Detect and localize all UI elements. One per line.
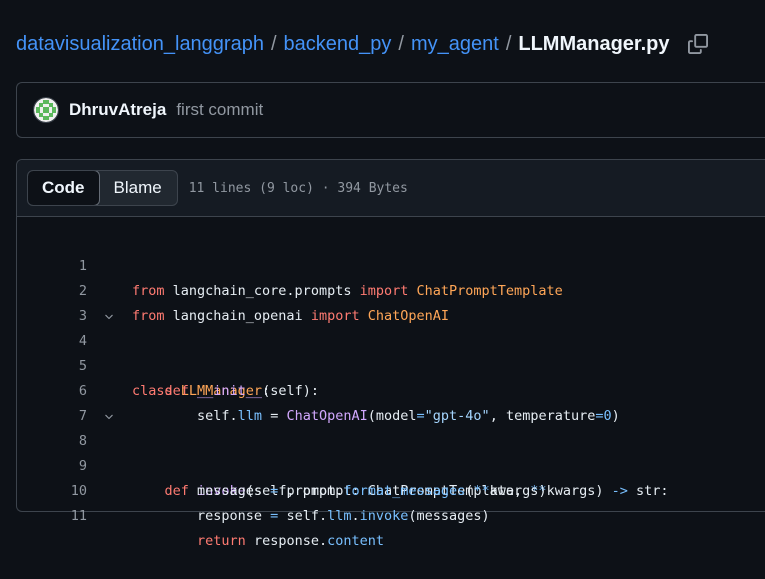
code-line: 4 class LLMManager: (17, 304, 765, 399)
file-viewer: Code Blame 11 lines (9 loc) · 394 Bytes … (16, 159, 765, 549)
code-line: 3 (17, 279, 765, 324)
code-line: 2 from langchain_openai import ChatOpenA… (17, 254, 765, 324)
code-view[interactable]: 1 from langchain_core.prompts import Cha… (17, 217, 765, 549)
file-meta-info: 11 lines (9 loc) · 394 Bytes (188, 180, 408, 196)
file-header: Code Blame 11 lines (9 loc) · 394 Bytes (17, 160, 765, 217)
code-line: 9 messages = prompt.format_messages(**kw… (17, 429, 765, 499)
breadcrumb-file-name: LLMManager.py (518, 32, 670, 55)
avatar[interactable] (33, 97, 59, 123)
copy-path-icon[interactable] (687, 34, 708, 54)
chevron-down-icon[interactable] (101, 304, 117, 329)
breadcrumb-separator: / (398, 32, 404, 55)
commit-message-link[interactable]: first commit (176, 100, 263, 120)
code-blame-toggle: Code Blame (27, 170, 178, 206)
line-number[interactable]: 11 (57, 504, 87, 529)
tab-code[interactable]: Code (27, 171, 100, 205)
code-line: 11 return response.content (17, 479, 765, 549)
code-line: 6 self.llm = ChatOpenAI(model="gpt-4o", … (17, 354, 765, 424)
code-text: return response.content (197, 533, 384, 549)
code-line: 10 response = self.llm.invoke(messages) (17, 454, 765, 524)
code-line: 1 from langchain_core.prompts import Cha… (17, 229, 765, 299)
chevron-down-icon[interactable] (101, 404, 117, 429)
latest-commit-box: DhruvAtreja first commit (16, 82, 765, 138)
tab-blame[interactable]: Blame (99, 171, 177, 205)
breadcrumb-my-agent-link[interactable]: my_agent (411, 33, 499, 56)
breadcrumb-repo-link[interactable]: datavisualization_langgraph (16, 33, 264, 56)
code-line: 7 (17, 379, 765, 424)
breadcrumb-separator: / (505, 32, 512, 55)
breadcrumb-separator: / (270, 32, 277, 55)
breadcrumb: datavisualization_langgraph / backend_py… (16, 30, 708, 58)
commit-author-link[interactable]: DhruvAtreja (69, 100, 166, 120)
code-text: response = self.llm.invoke(messages) (132, 508, 490, 524)
breadcrumb-backend-py-link[interactable]: backend_py (284, 33, 392, 56)
code-line: 5 def __init__(self): (17, 329, 765, 399)
code-line: 8 def invoke(self, prompt: ChatPromptTem… (17, 404, 765, 499)
